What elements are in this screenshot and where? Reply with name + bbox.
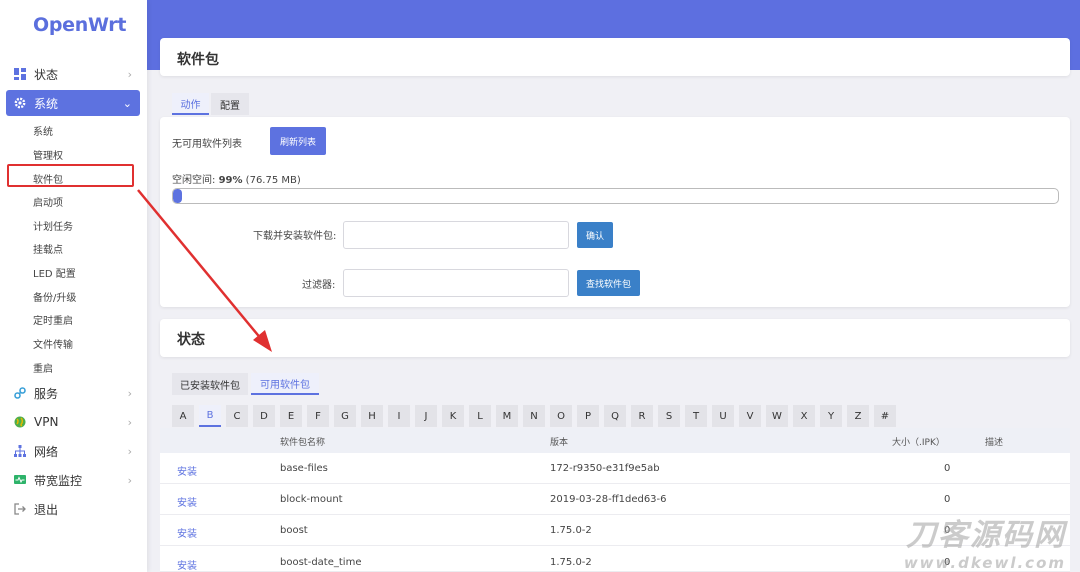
watermark: 刀客源码网 www.dkewl.com bbox=[904, 510, 1066, 572]
watermark-en: www.dkewl.com bbox=[903, 554, 1066, 572]
watermark-cn: 刀客源码网 bbox=[906, 518, 1066, 553]
annotation-arrow bbox=[137, 189, 272, 352]
